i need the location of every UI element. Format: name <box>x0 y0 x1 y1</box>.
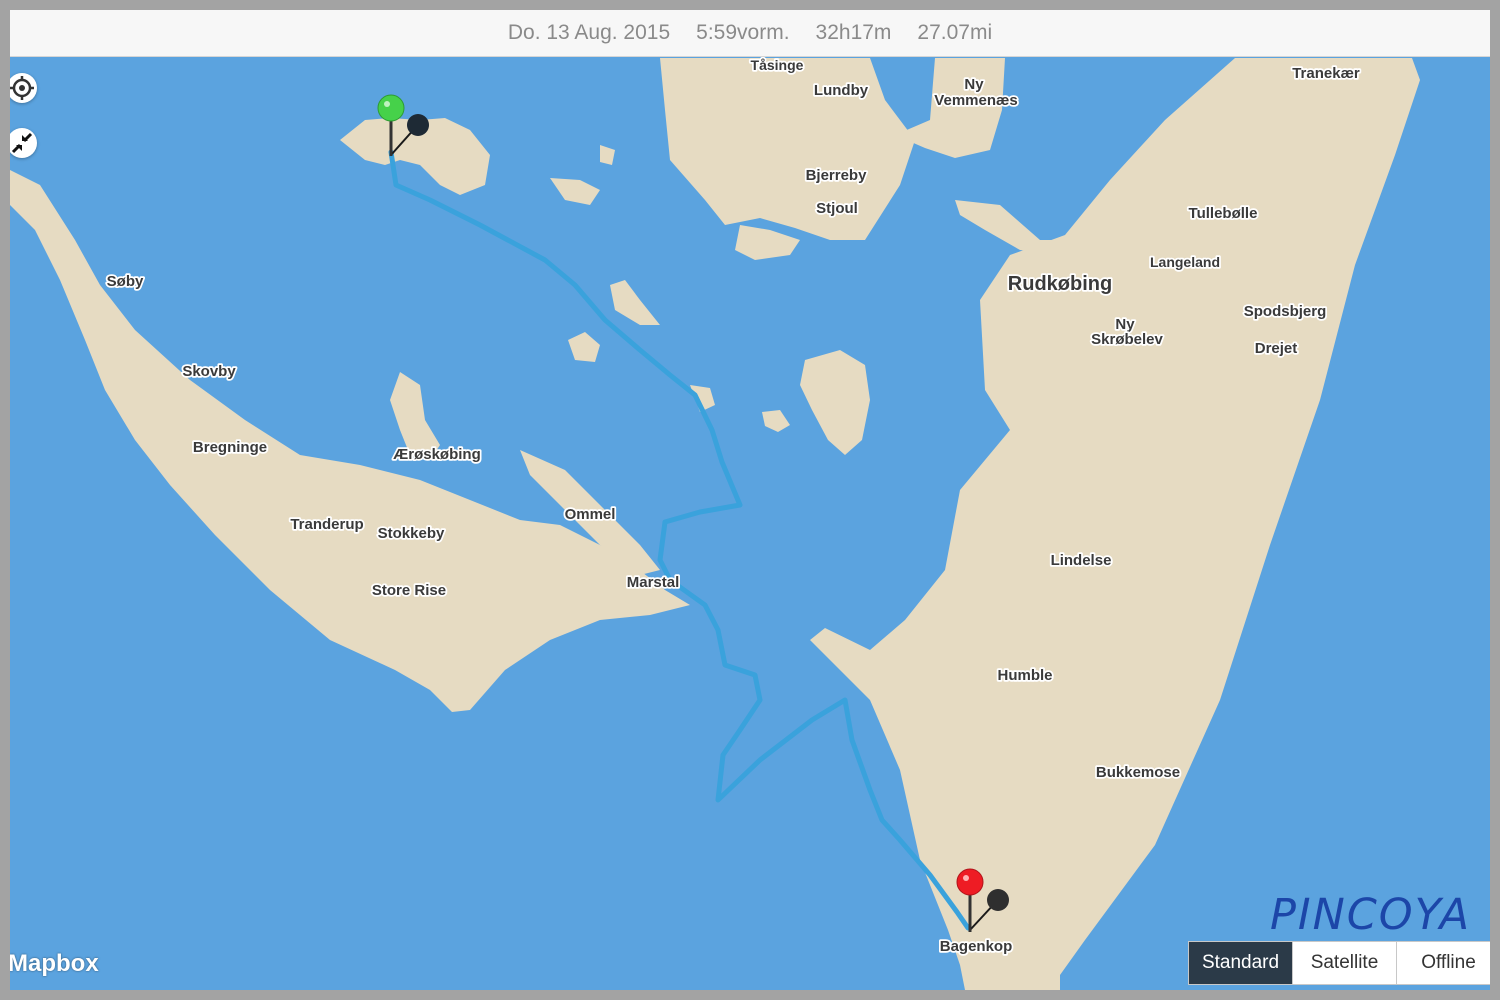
place-label: Søby <box>107 273 144 290</box>
place-label: Lundby <box>814 82 869 99</box>
place-label: Marstal <box>627 574 680 591</box>
place-label: Bregninge <box>193 439 267 456</box>
trip-time: 5:59vorm. <box>696 21 790 44</box>
crosshair-icon <box>10 76 34 100</box>
place-label: Langeland <box>1150 254 1220 270</box>
place-label: Tåsinge <box>751 57 804 73</box>
place-label: Stjoul <box>816 200 858 217</box>
place-label: Humble <box>997 667 1052 684</box>
place-label: Skovby <box>182 363 236 380</box>
place-label: Tranderup <box>290 516 363 533</box>
map-type-satellite-button[interactable]: Satellite <box>1292 942 1396 984</box>
place-label: Ommel <box>565 506 616 523</box>
place-label: Bagenkop <box>940 938 1013 955</box>
place-label: Rudkøbing <box>1008 273 1112 295</box>
collapse-button[interactable] <box>10 128 37 158</box>
trip-date: Do. 13 Aug. 2015 <box>507 21 671 44</box>
place-label: Ærøskøbing <box>393 446 481 463</box>
place-label: Bukkemose <box>1096 764 1180 781</box>
trip-distance: 27.07mi <box>917 21 993 44</box>
mapbox-attribution[interactable]: Mapbox <box>10 950 99 978</box>
place-label: Skrøbelev <box>1091 331 1163 348</box>
trip-duration: 32h17m <box>815 21 892 44</box>
collapse-arrows-icon <box>11 132 33 154</box>
pincoya-watermark: PINCOYA <box>1270 890 1471 940</box>
map-type-standard-button[interactable]: Standard <box>1189 942 1292 984</box>
place-label: Lindelse <box>1051 552 1112 569</box>
map-window: Tåsinge Lundby Ny Vemmenæs Bjerreby Stjo… <box>10 10 1490 990</box>
place-label: Ny <box>964 76 984 93</box>
place-label: Tranekær <box>1292 65 1360 82</box>
place-label: Bjerreby <box>806 167 868 184</box>
place-label: Stokkeby <box>378 525 445 542</box>
place-label: Store Rise <box>372 582 446 599</box>
trip-info-bar: Do. 13 Aug. 2015 5:59vorm. 32h17m 27.07m… <box>10 10 1490 57</box>
place-label: Vemmenæs <box>934 92 1017 109</box>
map-type-selector[interactable]: Standard Satellite Offline <box>1188 941 1490 985</box>
place-label: Tullebølle <box>1189 205 1258 222</box>
place-label: Spodsbjerg <box>1244 303 1327 320</box>
map-canvas[interactable]: Tåsinge Lundby Ny Vemmenæs Bjerreby Stjo… <box>10 10 1490 990</box>
locate-button[interactable] <box>10 73 37 103</box>
map-type-offline-button[interactable]: Offline <box>1396 942 1490 984</box>
place-label: Drejet <box>1255 340 1298 357</box>
